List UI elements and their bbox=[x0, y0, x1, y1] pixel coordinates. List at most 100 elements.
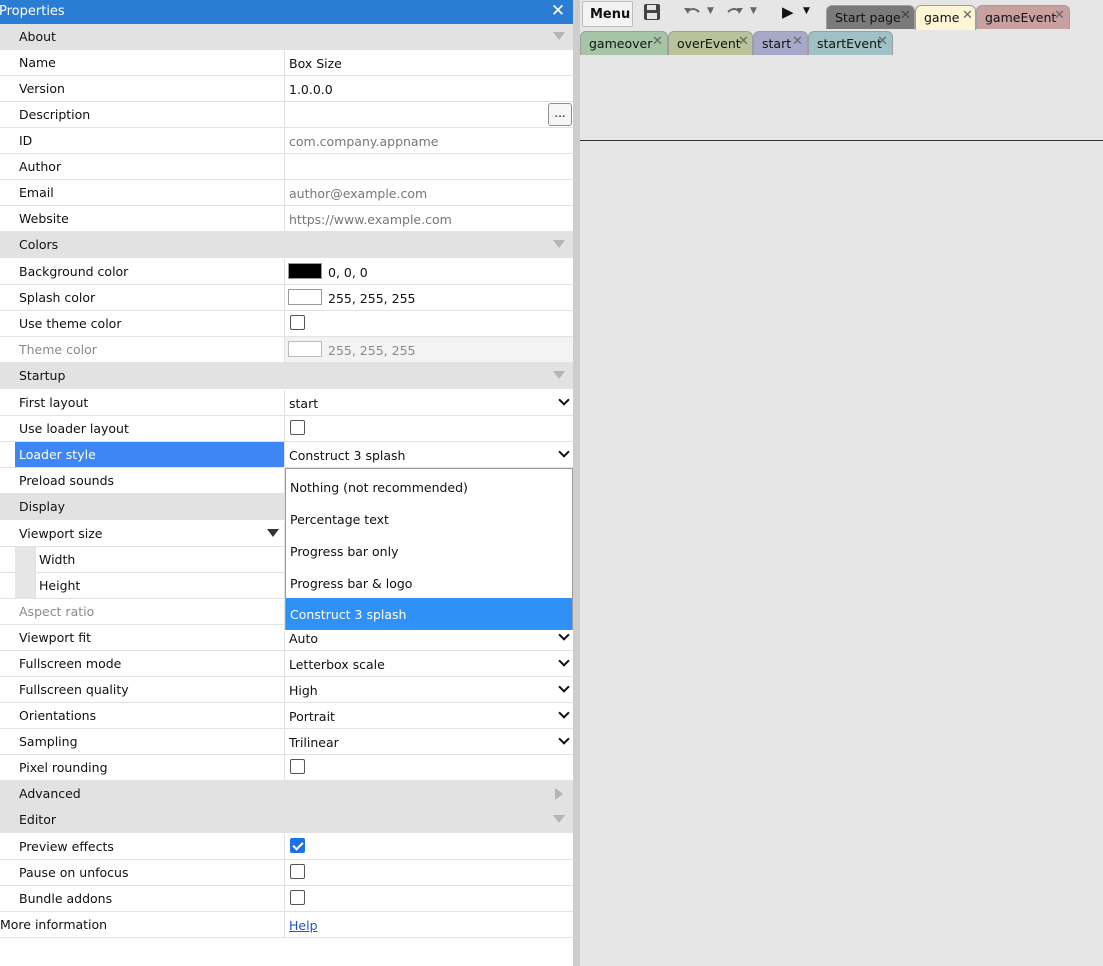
version-field[interactable]: 1.0.0.0 bbox=[284, 76, 573, 101]
orientations-select[interactable]: Portrait bbox=[284, 703, 573, 728]
theme-color-label: Theme color bbox=[19, 342, 97, 357]
chevron-down-icon[interactable] bbox=[558, 446, 570, 458]
viewport-size-label: Viewport size bbox=[19, 526, 103, 541]
fullscreen-quality-value: High bbox=[289, 683, 318, 698]
close-icon[interactable]: ✕ bbox=[877, 34, 888, 49]
email-placeholder[interactable]: author@example.com bbox=[289, 186, 427, 201]
more-information-label: More information bbox=[0, 917, 108, 932]
loader-style-select[interactable]: Construct 3 splash bbox=[284, 442, 573, 467]
dropdown-option[interactable]: Progress bar only bbox=[286, 535, 572, 567]
prop-loader-style[interactable]: Loader style Construct 3 splash bbox=[0, 442, 573, 468]
group-startup-label: Startup bbox=[19, 368, 66, 383]
id-placeholder[interactable]: com.company.appname bbox=[289, 134, 438, 149]
chevron-down-icon[interactable] bbox=[558, 681, 570, 693]
prop-author-label: Author bbox=[19, 159, 62, 174]
sampling-select[interactable]: Trilinear bbox=[284, 729, 573, 754]
chevron-down-icon[interactable] bbox=[558, 655, 570, 667]
group-editor-label: Editor bbox=[19, 812, 56, 827]
name-value[interactable]: Box Size bbox=[289, 56, 342, 71]
help-link[interactable]: Help bbox=[289, 918, 318, 933]
bundle-addons-checkbox[interactable] bbox=[290, 890, 305, 905]
undo-dropdown-icon[interactable]: ▼ bbox=[707, 6, 714, 16]
tab-label: Start page bbox=[835, 10, 901, 25]
play-icon[interactable]: ▶ bbox=[782, 3, 794, 21]
pixel-rounding-field bbox=[284, 755, 573, 780]
aspect-ratio-label: Aspect ratio bbox=[19, 604, 95, 619]
undo-icon[interactable] bbox=[683, 4, 703, 24]
website-field[interactable]: https://www.example.com bbox=[284, 206, 573, 231]
collapse-icon[interactable] bbox=[553, 815, 565, 823]
dropdown-option[interactable]: Percentage text bbox=[286, 503, 572, 535]
redo-icon[interactable] bbox=[724, 4, 744, 24]
chevron-down-icon[interactable] bbox=[558, 733, 570, 745]
first-layout-select[interactable]: start bbox=[284, 390, 573, 415]
close-icon[interactable]: ✕ bbox=[962, 8, 973, 23]
fullscreen-quality-select[interactable]: High bbox=[284, 677, 573, 702]
preview-effects-checkbox[interactable] bbox=[290, 838, 305, 853]
splash-color-value: 255, 255, 255 bbox=[328, 291, 416, 306]
version-value[interactable]: 1.0.0.0 bbox=[289, 82, 333, 97]
indent bbox=[15, 547, 35, 573]
save-icon[interactable] bbox=[643, 3, 661, 25]
chevron-down-icon[interactable] bbox=[558, 629, 570, 641]
pixel-rounding-checkbox[interactable] bbox=[290, 759, 305, 774]
group-editor[interactable]: Editor bbox=[0, 807, 573, 833]
collapse-icon[interactable] bbox=[553, 32, 565, 40]
fullscreen-mode-select[interactable]: Letterbox scale bbox=[284, 651, 573, 676]
id-field[interactable]: com.company.appname bbox=[284, 128, 573, 153]
close-icon[interactable]: ✕ bbox=[549, 1, 567, 21]
description-field[interactable]: ... bbox=[284, 102, 573, 127]
close-icon[interactable]: ✕ bbox=[900, 8, 911, 23]
tab-gameEvent[interactable]: gameEvent ✕ bbox=[976, 5, 1070, 29]
use-theme-color-checkbox[interactable] bbox=[290, 315, 305, 330]
close-icon[interactable]: ✕ bbox=[792, 34, 803, 49]
group-about[interactable]: About bbox=[0, 24, 573, 50]
group-advanced[interactable]: Advanced bbox=[0, 781, 573, 807]
group-advanced-label: Advanced bbox=[19, 786, 81, 801]
expand-icon[interactable] bbox=[267, 529, 279, 537]
menu-button[interactable]: Menu bbox=[582, 1, 633, 27]
tab-gameover[interactable]: gameover ✕ bbox=[580, 31, 668, 55]
group-display-label: Display bbox=[19, 499, 66, 514]
edit-description-button[interactable]: ... bbox=[548, 103, 572, 126]
tab-overEvent[interactable]: overEvent ✕ bbox=[668, 31, 753, 55]
tab-game[interactable]: game ✕ bbox=[915, 5, 976, 30]
prop-version-label: Version bbox=[19, 81, 65, 96]
pause-on-unfocus-checkbox[interactable] bbox=[290, 864, 305, 879]
website-placeholder[interactable]: https://www.example.com bbox=[289, 212, 452, 227]
splash-color-swatch[interactable] bbox=[288, 289, 322, 305]
author-field[interactable] bbox=[284, 154, 573, 179]
play-dropdown-icon[interactable]: ▼ bbox=[803, 6, 810, 16]
collapse-icon[interactable] bbox=[553, 240, 565, 248]
first-layout-label: First layout bbox=[19, 395, 89, 410]
background-color-field[interactable]: 0, 0, 0 bbox=[284, 259, 573, 284]
tab-start[interactable]: start ✕ bbox=[753, 31, 808, 55]
redo-dropdown-icon[interactable]: ▼ bbox=[750, 6, 757, 16]
expand-icon[interactable] bbox=[555, 788, 563, 800]
group-colors[interactable]: Colors bbox=[0, 232, 573, 258]
use-loader-layout-checkbox[interactable] bbox=[290, 420, 305, 435]
collapse-icon[interactable] bbox=[553, 371, 565, 379]
more-information-field: Help bbox=[284, 912, 573, 937]
dropdown-option[interactable]: Progress bar & logo bbox=[286, 567, 572, 599]
tab-startEvent[interactable]: startEvent ✕ bbox=[808, 31, 893, 55]
fullscreen-mode-value: Letterbox scale bbox=[289, 657, 385, 672]
close-icon[interactable]: ✕ bbox=[1054, 8, 1065, 23]
name-field[interactable]: Box Size bbox=[284, 50, 573, 75]
layout-canvas-edge bbox=[580, 140, 1103, 141]
chevron-down-icon[interactable] bbox=[558, 394, 570, 406]
tab-start-page[interactable]: Start page ✕ bbox=[826, 5, 915, 29]
group-startup[interactable]: Startup bbox=[0, 363, 573, 389]
email-field[interactable]: author@example.com bbox=[284, 180, 573, 205]
panel-splitter[interactable] bbox=[573, 0, 580, 966]
dropdown-option[interactable]: Nothing (not recommended) bbox=[286, 471, 572, 503]
dropdown-option-selected[interactable]: Construct 3 splash bbox=[286, 598, 572, 630]
group-display[interactable]: Display bbox=[0, 494, 285, 520]
close-icon[interactable]: ✕ bbox=[738, 34, 749, 49]
splash-color-field[interactable]: 255, 255, 255 bbox=[284, 285, 573, 310]
chevron-down-icon[interactable] bbox=[558, 707, 570, 719]
background-color-swatch[interactable] bbox=[288, 263, 322, 279]
prop-pause-on-unfocus: Pause on unfocus bbox=[0, 860, 573, 886]
close-icon[interactable]: ✕ bbox=[652, 34, 663, 49]
prop-author: Author bbox=[0, 154, 573, 180]
